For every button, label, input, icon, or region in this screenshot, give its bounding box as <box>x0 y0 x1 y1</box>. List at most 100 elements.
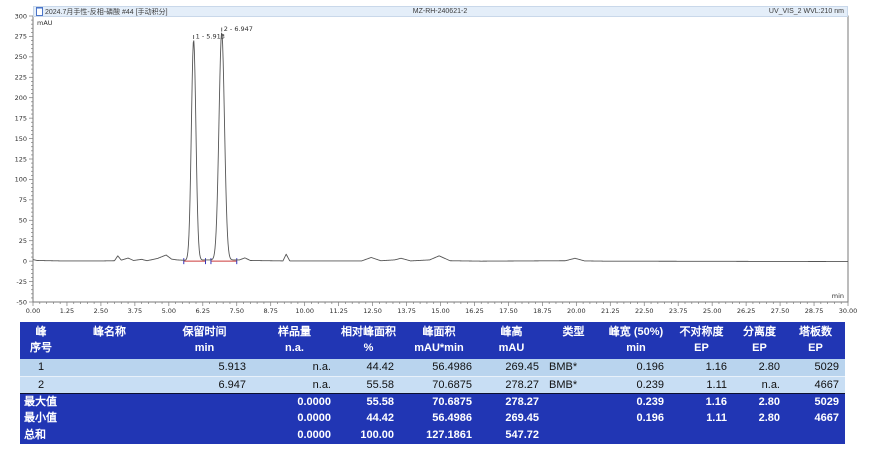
cell <box>545 427 602 444</box>
cell: 55.58 <box>337 377 400 393</box>
x-tick-label: 2.50 <box>94 307 108 315</box>
column-header-unit: EP <box>733 340 786 356</box>
y-tick-label: 225 <box>15 74 27 82</box>
cell: 0.196 <box>602 410 670 427</box>
x-tick-label: 6.25 <box>196 307 210 315</box>
x-tick-label: 25.00 <box>703 307 722 315</box>
y-tick-label: 50 <box>19 217 27 225</box>
cell: 70.6875 <box>400 394 478 410</box>
summary-label: 最小值 <box>20 410 157 427</box>
cell: 2.80 <box>733 410 786 427</box>
column-header: 塔板数EP <box>786 322 845 359</box>
y-tick-label: 150 <box>15 135 27 143</box>
column-header-unit: n.a. <box>252 340 337 356</box>
x-tick-label: 21.25 <box>601 307 620 315</box>
cell: 44.42 <box>337 359 400 376</box>
cell: 4667 <box>786 410 845 427</box>
cell: 2.80 <box>733 359 786 376</box>
cell: 5029 <box>786 359 845 376</box>
column-header-label: 类型 <box>545 324 602 340</box>
cell: 1.11 <box>670 410 733 427</box>
cell <box>670 427 733 444</box>
y-tick-label: 200 <box>15 94 27 102</box>
y-tick-label: 100 <box>15 176 27 184</box>
column-header-label: 塔板数 <box>786 324 845 340</box>
table-header-row: 峰序号峰名称保留时间min样品量n.a.相对峰面积%峰面积mAU*min峰高mA… <box>20 322 845 359</box>
cell: 1 <box>20 359 62 376</box>
y-axis-unit-label: mAU <box>37 19 53 27</box>
cell <box>786 427 845 444</box>
y-tick-label: -25 <box>16 278 27 286</box>
x-tick-label: 18.75 <box>533 307 552 315</box>
cell: 5.913 <box>157 359 252 376</box>
column-header: 不对称度EP <box>670 322 733 359</box>
cell: n.a. <box>252 359 337 376</box>
summary-label: 最大值 <box>20 394 157 410</box>
y-tick-label: 0 <box>23 257 27 265</box>
x-tick-label: 7.50 <box>230 307 244 315</box>
cell <box>545 394 602 410</box>
chromatogram-plot: -50-250255075100125150175200225250275300… <box>0 0 879 318</box>
chromatogram-panel: -50-250255075100125150175200225250275300… <box>0 0 879 318</box>
x-tick-label: 16.25 <box>465 307 484 315</box>
column-header-label: 峰 <box>20 324 62 340</box>
summary-row: 最小值0.000044.4256.4986269.450.1961.112.80… <box>20 410 845 427</box>
cell: 1.16 <box>670 394 733 410</box>
x-axis-unit-label: min <box>832 292 844 300</box>
cell: 56.4986 <box>400 410 478 427</box>
column-header-unit: 序号 <box>20 340 62 356</box>
y-tick-label: -50 <box>16 298 27 306</box>
chromatogram-title-bar: 2024.7月手性-反相-磷酸 #44 [手动积分] MZ-RH-240621-… <box>33 6 848 17</box>
column-header-label: 样品量 <box>252 324 337 340</box>
cell: 4667 <box>786 377 845 393</box>
x-tick-label: 23.75 <box>669 307 688 315</box>
y-tick-label: 275 <box>15 33 27 41</box>
cell: 56.4986 <box>400 359 478 376</box>
injection-icon <box>36 7 43 16</box>
cell: 2.80 <box>733 394 786 410</box>
cell: 278.27 <box>478 377 545 393</box>
injection-title-text: 2024.7月手性-反相-磷酸 #44 [手动积分] <box>45 7 168 17</box>
cell: 1.16 <box>670 359 733 376</box>
summary-row: 最大值0.000055.5870.6875278.270.2391.162.80… <box>20 393 845 410</box>
table-row: 15.913n.a.44.4256.4986269.45BMB*0.1961.1… <box>20 359 845 376</box>
column-header: 样品量n.a. <box>252 322 337 359</box>
column-header-unit: % <box>337 340 400 356</box>
cell: 0.0000 <box>252 394 337 410</box>
column-header: 峰序号 <box>20 322 62 359</box>
cell: 100.00 <box>337 427 400 444</box>
cell: n.a. <box>733 377 786 393</box>
cell: n.a. <box>252 377 337 393</box>
summary-row: 总和0.0000100.00127.1861547.72 <box>20 427 845 444</box>
column-header: 相对峰面积% <box>337 322 400 359</box>
column-header-unit: mAU*min <box>400 340 478 356</box>
cell: 6.947 <box>157 377 252 393</box>
table-row: 26.947n.a.55.5870.6875278.27BMB*0.2391.1… <box>20 376 845 393</box>
y-tick-label: 250 <box>15 53 27 61</box>
cell: 1.11 <box>670 377 733 393</box>
column-header: 保留时间min <box>157 322 252 359</box>
column-header-label: 相对峰面积 <box>337 324 400 340</box>
x-tick-label: 8.75 <box>263 307 277 315</box>
cell <box>62 377 157 393</box>
x-tick-label: 5.00 <box>162 307 176 315</box>
x-tick-label: 0.00 <box>26 307 40 315</box>
column-header: 峰面积mAU*min <box>400 322 478 359</box>
y-tick-label: 25 <box>19 237 27 245</box>
cell <box>157 410 252 427</box>
integration-results-table: 峰序号峰名称保留时间min样品量n.a.相对峰面积%峰面积mAU*min峰高mA… <box>20 322 845 444</box>
column-header-unit: EP <box>786 340 845 356</box>
y-tick-label: 125 <box>15 155 27 163</box>
column-header-label: 保留时间 <box>157 324 252 340</box>
cell: BMB* <box>545 359 602 376</box>
cell: 0.0000 <box>252 427 337 444</box>
column-header-unit: mAU <box>478 340 545 356</box>
cell <box>733 427 786 444</box>
column-header-unit: EP <box>670 340 733 356</box>
column-header: 峰名称 <box>62 322 157 359</box>
column-header-label: 不对称度 <box>670 324 733 340</box>
cell: 2 <box>20 377 62 393</box>
x-tick-label: 15.00 <box>431 307 450 315</box>
y-tick-label: 300 <box>15 12 27 20</box>
column-header-label: 分离度 <box>733 324 786 340</box>
